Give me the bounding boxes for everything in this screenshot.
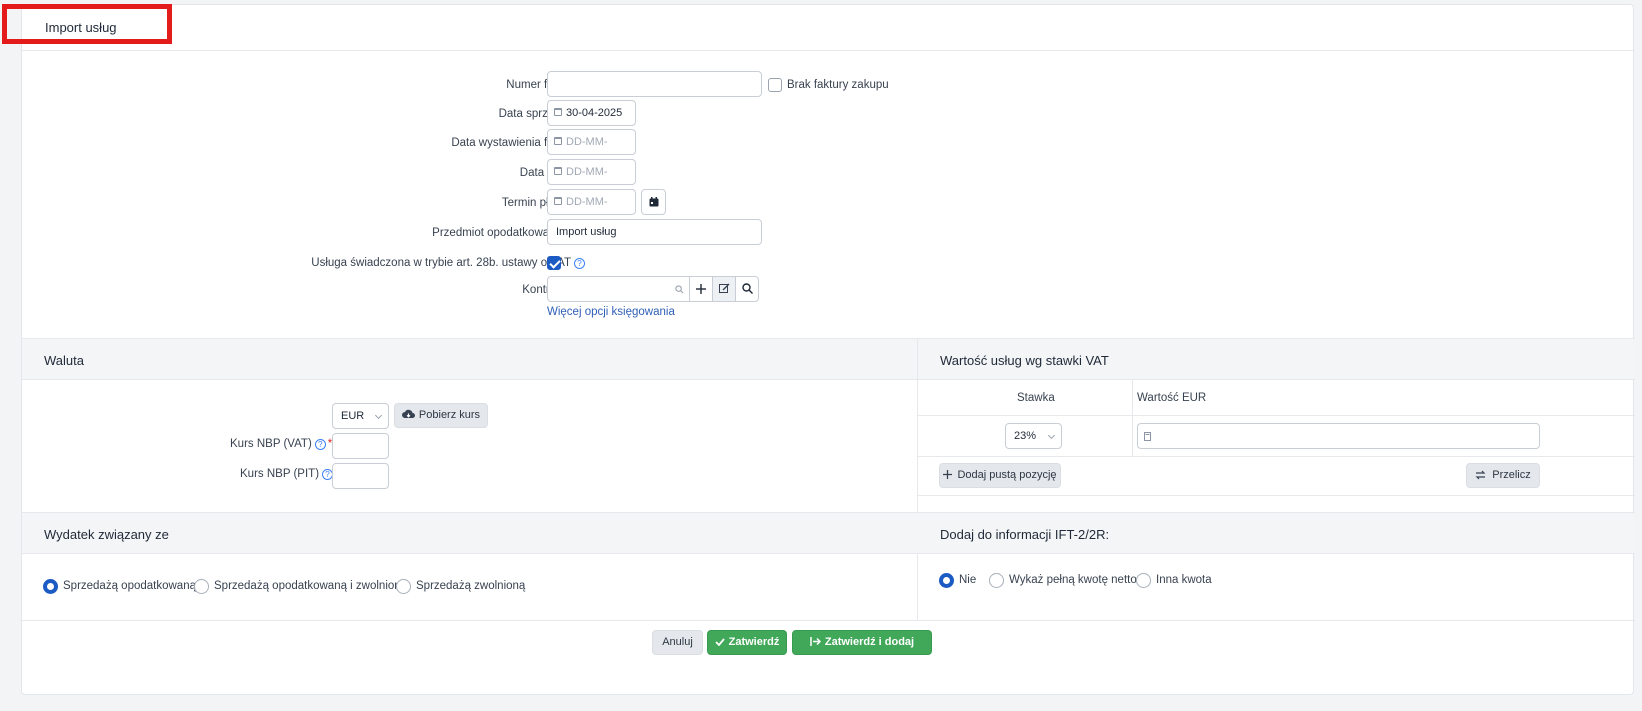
confirm-button[interactable]: Zatwierdź bbox=[707, 630, 787, 655]
payment-term-input[interactable]: DD-MM-RRRR bbox=[547, 189, 636, 232]
issue-date-input[interactable]: DD-MM-RRRR bbox=[547, 129, 636, 172]
vat-values-title: Wartość usług wg stawki VAT bbox=[940, 353, 1109, 368]
ift-title: Dodaj do informacji IFT-2/2R: bbox=[940, 527, 1110, 542]
vat-value-input[interactable] bbox=[1137, 423, 1540, 449]
vat-values-section-header: Wartość usług wg stawki VAT bbox=[918, 338, 1635, 380]
expense-radio-taxed-exempt[interactable] bbox=[194, 579, 209, 594]
expense-option-label: Sprzedażą opodatkowaną bbox=[63, 580, 196, 592]
table-divider bbox=[918, 456, 1635, 457]
receipt-date-input[interactable]: DD-MM-RRRR bbox=[547, 159, 636, 202]
ift-radio-other[interactable] bbox=[1136, 573, 1151, 588]
plus-icon bbox=[943, 470, 953, 479]
expense-title: Wydatek związany ze bbox=[44, 527, 169, 542]
table-divider bbox=[918, 415, 1635, 416]
check-icon bbox=[714, 638, 725, 647]
import-card: Import usług Numer faktury* Brak faktury… bbox=[21, 4, 1635, 695]
currency-title: Waluta bbox=[44, 353, 84, 368]
add-row-button[interactable]: Dodaj pustą pozycję bbox=[939, 463, 1061, 488]
calendar-icon bbox=[554, 137, 562, 145]
card-header: Import usług bbox=[22, 5, 1633, 51]
invoice-number-input[interactable] bbox=[547, 71, 762, 97]
art28b-label: Usługa świadczona w trybie art. 28b. ust… bbox=[311, 257, 585, 269]
row-contractor: Kontrahent* bbox=[22, 276, 1635, 306]
currency-select[interactable]: EUR bbox=[332, 403, 389, 429]
confirm-add-next-button[interactable]: Zatwierdź i dodaj kolejny bbox=[792, 630, 932, 671]
no-invoice-checkbox[interactable] bbox=[768, 78, 782, 92]
edit-contractor-button[interactable] bbox=[712, 276, 736, 302]
sale-date-input[interactable]: 30-04-2025 bbox=[547, 100, 636, 126]
search-contractor-button[interactable] bbox=[735, 276, 759, 302]
recalculate-button[interactable]: Przelicz bbox=[1466, 463, 1540, 488]
expense-radio-taxed[interactable] bbox=[43, 579, 58, 594]
plus-icon bbox=[696, 284, 706, 294]
row-receipt-date: Data wpływu DD-MM-RRRR bbox=[22, 159, 1635, 202]
ift-radio-no[interactable] bbox=[939, 573, 954, 588]
footer-divider bbox=[22, 620, 1635, 621]
calculator-icon bbox=[1144, 432, 1151, 441]
row-issue-date: Data wystawienia faktury* DD-MM-RRRR bbox=[22, 129, 1635, 172]
edit-icon bbox=[718, 283, 729, 293]
calendar-icon bbox=[554, 108, 562, 116]
calendar-icon bbox=[649, 197, 658, 207]
nbp-pit-input[interactable] bbox=[332, 463, 389, 489]
vat-rate-select[interactable]: 23% bbox=[1005, 423, 1062, 449]
expense-option-label: Sprzedażą opodatkowaną i zwolnioną bbox=[214, 580, 408, 592]
col-value-header: Wartość EUR bbox=[1137, 392, 1207, 404]
currency-section-header: Waluta bbox=[22, 338, 918, 380]
help-icon[interactable]: ? bbox=[314, 439, 326, 450]
cloud-download-icon bbox=[401, 409, 415, 418]
row-tax-subject: Przedmiot opodatkowania?* Import usług bbox=[22, 219, 1635, 249]
table-column-divider bbox=[1132, 380, 1133, 456]
no-invoice-label: Brak faktury zakupu bbox=[787, 79, 889, 91]
calendar-icon bbox=[554, 167, 562, 175]
col-rate-header: Stawka bbox=[1017, 392, 1055, 404]
ift-radio-full-net[interactable] bbox=[989, 573, 1004, 588]
calendar-picker-button[interactable] bbox=[641, 189, 666, 215]
more-options-link[interactable]: Więcej opcji księgowania bbox=[547, 306, 675, 318]
contractor-input[interactable] bbox=[547, 276, 690, 302]
sign-in-icon bbox=[810, 637, 821, 646]
expense-section-header: Wydatek związany ze bbox=[22, 512, 918, 554]
ift-section-header: Dodaj do informacji IFT-2/2R: bbox=[918, 512, 1635, 554]
ift-option-label: Wykaż pełną kwotę netto bbox=[1009, 574, 1137, 586]
fetch-rate-button[interactable]: Pobierz kurs bbox=[394, 403, 488, 428]
nbp-pit-label: Kurs NBP (PIT)?* bbox=[240, 468, 340, 480]
search-icon bbox=[675, 285, 684, 294]
nbp-vat-label: Kurs NBP (VAT)? * bbox=[230, 438, 333, 450]
chevron-down-icon bbox=[1047, 431, 1056, 440]
table-divider bbox=[918, 495, 1635, 496]
chevron-down-icon bbox=[374, 411, 383, 420]
row-payment-term: Termin płatności DD-MM-RRRR bbox=[22, 189, 1635, 232]
ift-option-label: Nie bbox=[959, 574, 977, 586]
ift-option-label: Inna kwota bbox=[1156, 574, 1212, 586]
tax-subject-input[interactable]: Import usług bbox=[547, 219, 762, 245]
add-contractor-button[interactable] bbox=[689, 276, 713, 302]
cancel-button[interactable]: Anuluj bbox=[652, 630, 703, 655]
expense-radio-exempt[interactable] bbox=[396, 579, 411, 594]
search-icon bbox=[741, 283, 753, 294]
row-art28b: Usługa świadczona w trybie art. 28b. ust… bbox=[22, 249, 1635, 279]
column-divider bbox=[917, 338, 918, 620]
highlight-box bbox=[2, 4, 172, 44]
art28b-checkbox[interactable] bbox=[547, 256, 561, 270]
help-icon[interactable]: ? bbox=[574, 258, 585, 269]
expense-option-label: Sprzedażą zwolnioną bbox=[416, 580, 526, 592]
row-sale-date: Data sprzedaży* 30-04-2025 bbox=[22, 100, 1635, 130]
calendar-icon bbox=[554, 197, 562, 205]
refresh-icon bbox=[1475, 470, 1486, 480]
row-invoice-number: Numer faktury* Brak faktury zakupu bbox=[22, 71, 1635, 101]
nbp-vat-input[interactable] bbox=[332, 433, 389, 459]
